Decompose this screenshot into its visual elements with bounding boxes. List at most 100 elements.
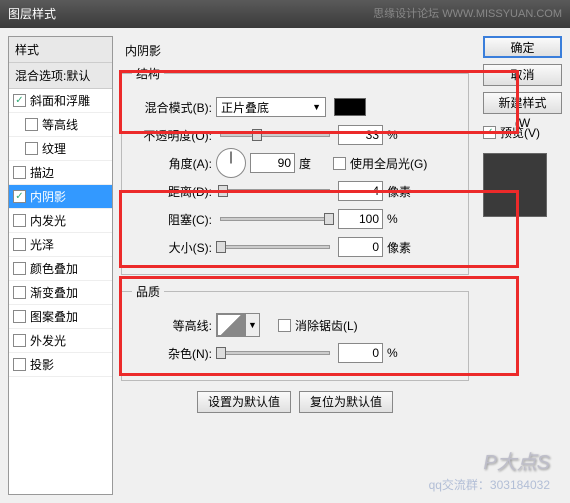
preview-checkbox[interactable] [483,126,496,139]
blend-default[interactable]: 混合选项:默认 [9,63,112,89]
contour-swatch-icon [217,314,245,336]
distance-slider[interactable] [220,189,330,193]
preview-row: 预览(V) [483,124,562,141]
slider-thumb[interactable] [216,241,226,253]
antialias-label: 消除锯齿(L) [295,317,358,334]
angle-row: 角度(A): 90 度 使用全局光(G) [132,152,458,174]
style-checkbox[interactable] [13,94,26,107]
style-checkbox[interactable] [13,358,26,371]
style-item-5[interactable]: 内发光 [9,209,112,233]
style-item-0[interactable]: 斜面和浮雕 [9,89,112,113]
choke-label: 阻塞(C): [132,211,212,228]
style-label: 颜色叠加 [30,260,78,277]
style-item-4[interactable]: 内阴影 [9,185,112,209]
opacity-input[interactable]: 33 [338,125,383,145]
opacity-slider[interactable] [220,133,330,137]
chevron-down-icon[interactable]: ▼ [245,314,259,336]
unit-percent: % [387,346,417,360]
distance-row: 距离(D): 4 像素 [132,180,458,202]
angle-dial[interactable] [216,148,246,178]
style-label: 内发光 [30,212,66,229]
style-label: 渐变叠加 [30,284,78,301]
style-item-10[interactable]: 外发光 [9,329,112,353]
style-checkbox[interactable] [13,166,26,179]
size-slider[interactable] [220,245,330,249]
style-checkbox[interactable] [13,310,26,323]
choke-input[interactable]: 100 [338,209,383,229]
blend-mode-dropdown[interactable]: 正片叠底 ▼ [216,97,326,117]
styles-header: 样式 [9,37,112,63]
structure-group: 结构 混合模式(B): 正片叠底 ▼ 不透明度(O): 33 % 角度(A): … [121,65,469,275]
slider-thumb[interactable] [324,213,334,225]
style-label: 斜面和浮雕 [30,92,90,109]
style-checkbox[interactable] [13,286,26,299]
contour-picker[interactable]: ▼ [216,313,260,337]
style-label: 投影 [30,356,54,373]
watermark-qq: qq交流群：303184032 [429,476,550,493]
unit-px: 像素 [387,239,417,256]
style-checkbox[interactable] [13,334,26,347]
blend-mode-row: 混合模式(B): 正片叠底 ▼ [132,96,458,118]
chevron-down-icon: ▼ [312,102,321,112]
choke-slider[interactable] [220,217,330,221]
panel-title: 内阴影 [121,40,469,65]
style-checkbox[interactable] [25,142,38,155]
color-swatch[interactable] [334,98,366,116]
style-checkbox[interactable] [13,214,26,227]
watermark-top: 思缘设计论坛 WWW.MISSYUAN.COM [373,0,562,28]
style-label: 内阴影 [30,188,66,205]
style-item-3[interactable]: 描边 [9,161,112,185]
style-item-11[interactable]: 投影 [9,353,112,377]
style-label: 图案叠加 [30,308,78,325]
angle-label: 角度(A): [132,155,212,172]
default-buttons: 设置为默认值 复位为默认值 [121,391,469,413]
preview-label: 预览(V) [500,124,540,141]
style-label: 纹理 [42,140,66,157]
quality-legend: 品质 [132,283,164,300]
dialog-title: 图层样式 [8,0,56,28]
ok-button[interactable]: 确定 [483,36,562,58]
slider-thumb[interactable] [216,347,226,359]
reset-default-button[interactable]: 复位为默认值 [299,391,393,413]
unit-percent: % [387,128,417,142]
global-light-checkbox[interactable] [333,157,346,170]
antialias-checkbox[interactable] [278,319,291,332]
style-checkbox[interactable] [25,118,38,131]
make-default-button[interactable]: 设置为默认值 [197,391,291,413]
style-label: 光泽 [30,236,54,253]
title-bar: 图层样式 思缘设计论坛 WWW.MISSYUAN.COM [0,0,570,28]
style-label: 外发光 [30,332,66,349]
cancel-button[interactable]: 取消 [483,64,562,86]
style-item-9[interactable]: 图案叠加 [9,305,112,329]
style-item-1[interactable]: 等高线 [9,113,112,137]
style-item-7[interactable]: 颜色叠加 [9,257,112,281]
slider-thumb[interactable] [252,129,262,141]
unit-percent: % [387,212,417,226]
style-item-8[interactable]: 渐变叠加 [9,281,112,305]
angle-input[interactable]: 90 [250,153,295,173]
watermark-logo: P大点S [483,446,550,475]
style-checkbox[interactable] [13,190,26,203]
noise-row: 杂色(N): 0 % [132,342,458,364]
settings-panel: 内阴影 结构 混合模式(B): 正片叠底 ▼ 不透明度(O): 33 % 角度(… [113,36,477,495]
unit-px: 像素 [387,183,417,200]
action-panel: 确定 取消 新建样式(W 预览(V) [477,36,562,495]
structure-legend: 结构 [132,65,164,82]
new-style-button[interactable]: 新建样式(W [483,92,562,114]
style-checkbox[interactable] [13,238,26,251]
style-item-2[interactable]: 纹理 [9,137,112,161]
slider-thumb[interactable] [218,185,228,197]
opacity-row: 不透明度(O): 33 % [132,124,458,146]
contour-row: 等高线: ▼ 消除锯齿(L) [132,314,458,336]
noise-slider[interactable] [220,351,330,355]
style-label: 等高线 [42,116,78,133]
contour-label: 等高线: [132,317,212,334]
style-item-6[interactable]: 光泽 [9,233,112,257]
distance-input[interactable]: 4 [338,181,383,201]
style-checkbox[interactable] [13,262,26,275]
preview-swatch [483,153,547,217]
style-list: 斜面和浮雕等高线纹理描边内阴影内发光光泽颜色叠加渐变叠加图案叠加外发光投影 [9,89,112,377]
opacity-label: 不透明度(O): [132,127,212,144]
size-input[interactable]: 0 [338,237,383,257]
noise-input[interactable]: 0 [338,343,383,363]
